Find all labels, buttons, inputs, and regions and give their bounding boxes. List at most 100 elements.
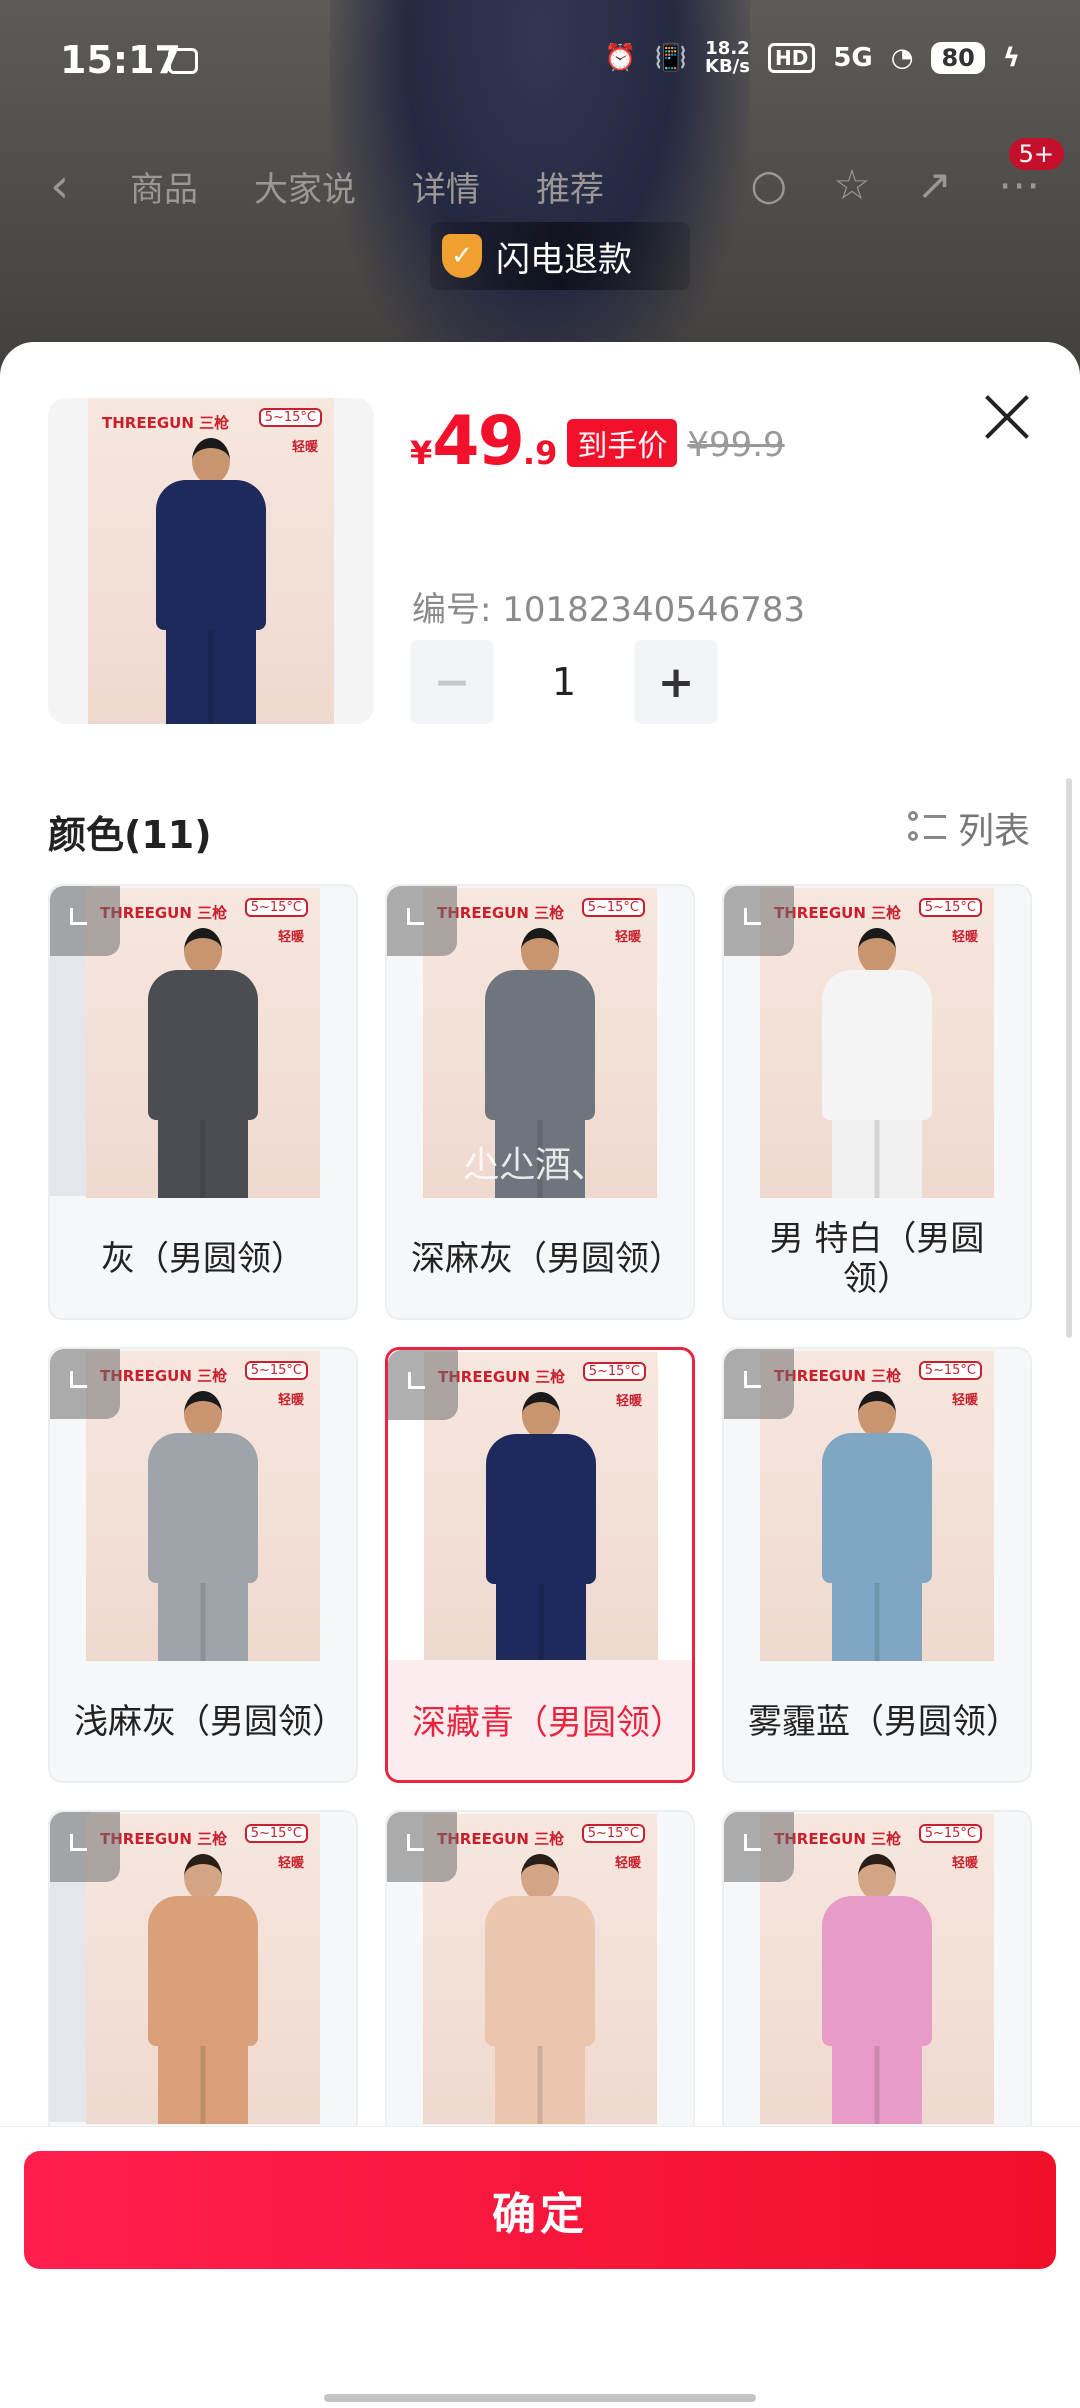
variant-image: THREEGUN 三枪 5~15°C 轻暖 尐尐酒、 — [423, 888, 657, 1198]
temperature-tag: 5~15°C — [582, 1362, 646, 1381]
refund-pill-label: 闪电退款 — [496, 239, 632, 280]
warmth-tag: 轻暖 — [615, 1394, 642, 1409]
variant-image: THREEGUN 三枪 5~15°C 轻暖 — [86, 888, 320, 1198]
expand-image-icon[interactable] — [387, 1812, 457, 1882]
expand-image-icon[interactable] — [50, 1349, 120, 1419]
background-nav-icons: ○ ☆ ↗ ⋯ — [750, 160, 1040, 209]
increase-button[interactable]: + — [634, 640, 718, 724]
price-row: ¥ 49 .9 到手价 ¥99.9 — [410, 402, 785, 481]
variant-image: THREEGUN 三枪 5~15°C 轻暖 — [423, 1814, 657, 2124]
tab-reviews: 大家说 — [254, 170, 356, 210]
model-figure — [148, 1854, 258, 2124]
variant-image: THREEGUN 三枪 5~15°C 轻暖 — [86, 1351, 320, 1661]
color-variant-card[interactable]: THREEGUN 三枪 5~15°C 轻暖 浅麻灰（男圆领） — [48, 1347, 358, 1783]
model-head — [858, 1391, 896, 1437]
search-icon: ○ — [750, 160, 788, 209]
model-pants — [832, 2046, 922, 2124]
model-shirt — [148, 1896, 258, 2046]
model-head — [184, 1854, 222, 1900]
color-variant-card[interactable]: THREEGUN 三枪 5~15°C 轻暖灰（男圆领） — [48, 884, 358, 1320]
expand-image-icon[interactable] — [50, 1812, 120, 1882]
expand-image-icon[interactable] — [724, 886, 794, 956]
price-currency: ¥ — [410, 434, 433, 472]
home-indicator[interactable] — [324, 2394, 756, 2402]
model-figure — [148, 1391, 258, 1661]
back-icon: ‹ — [50, 158, 70, 214]
list-view-toggle[interactable]: 列表 — [907, 802, 1030, 854]
model-head — [522, 1392, 560, 1438]
footer-bar: 确定 — [0, 2126, 1080, 2408]
temperature-tag: 5~15°C — [258, 408, 322, 427]
model-pants — [158, 2046, 248, 2124]
model-figure — [148, 928, 258, 1198]
model-head — [184, 928, 222, 974]
expand-image-icon[interactable] — [387, 886, 457, 956]
expand-image-icon[interactable] — [724, 1349, 794, 1419]
vibrate-icon: 📳 — [654, 43, 687, 73]
charging-icon: ϟ — [1002, 43, 1020, 73]
warmth-tag: 轻暖 — [614, 930, 641, 945]
scrollbar[interactable] — [1066, 778, 1072, 1338]
product-thumbnail[interactable]: THREEGUN 三枪 5~15°C 轻暖 — [48, 398, 374, 724]
temperature-tag: 5~15°C — [918, 1824, 982, 1843]
brand-logo: THREEGUN 三枪 — [102, 414, 230, 432]
battery-icon: 80 — [931, 42, 985, 74]
color-variant-card[interactable]: THREEGUN 三枪 5~15°C 轻暖 雾霾蓝（男圆领） — [722, 1347, 1032, 1783]
sku-selector-sheet: THREEGUN 三枪 5~15°C 轻暖 ¥ 49 .9 到手价 ¥99.9 … — [0, 342, 1080, 2408]
hd-icon: HD — [767, 43, 816, 73]
watermark-text: 尐尐酒、 — [463, 1145, 608, 1186]
quantity-stepper: − 1 + — [410, 640, 718, 724]
warmth-tag: 轻暖 — [951, 1856, 978, 1871]
warmth-tag: 轻暖 — [277, 1856, 304, 1871]
decrease-button[interactable]: − — [410, 640, 494, 724]
model-shirt — [148, 970, 258, 1120]
model-figure — [156, 438, 266, 724]
warmth-tag: 轻暖 — [951, 930, 978, 945]
variant-label: 灰（男圆领） — [101, 1239, 305, 1279]
expand-image-icon[interactable] — [724, 1812, 794, 1882]
model-head — [858, 1854, 896, 1900]
model-head — [184, 1391, 222, 1437]
quantity-value[interactable]: 1 — [494, 660, 634, 704]
model-shirt — [156, 480, 266, 630]
background-nav: ‹ 商品 大家说 详情 推荐 ○ ☆ ↗ ⋯ — [0, 150, 1080, 220]
price-integer: 49 — [432, 402, 525, 481]
variant-image: THREEGUN 三枪 5~15°C 轻暖 — [760, 1351, 994, 1661]
model-head — [521, 1854, 559, 1900]
temperature-tag: 5~15°C — [918, 898, 982, 917]
price-decimal: .9 — [522, 434, 558, 472]
color-variant-card[interactable]: THREEGUN 三枪 5~15°C 轻暖 尐尐酒、 深麻灰（男圆领） — [385, 884, 695, 1320]
product-thumbnail-image: THREEGUN 三枪 5~15°C 轻暖 — [88, 398, 334, 724]
variant-label: 男 特白（男圆领） — [769, 1219, 985, 1299]
temperature-tag: 5~15°C — [581, 898, 645, 917]
list-icon — [907, 809, 946, 847]
share-icon: ↗ — [916, 160, 952, 209]
wifi-icon: ◔ — [890, 43, 914, 73]
variant-label: 深藏青（男圆领） — [388, 1660, 692, 1780]
net-speed: 18.2 KB/s — [705, 38, 750, 77]
background-tabs: 商品 大家说 详情 推荐 — [130, 162, 604, 211]
list-toggle-label: 列表 — [957, 811, 1030, 852]
notification-icon — [168, 48, 198, 74]
expand-image-icon[interactable] — [388, 1350, 458, 1420]
model-figure — [822, 1391, 932, 1661]
warmth-tag: 轻暖 — [291, 440, 318, 455]
model-pants — [158, 1583, 248, 1661]
variant-image: THREEGUN 三枪 5~15°C 轻暖 — [760, 888, 994, 1198]
color-variant-card[interactable]: THREEGUN 三枪 5~15°C 轻暖 深藏青（男圆领） — [385, 1347, 695, 1783]
sku-code: 编号: 10182340546783 — [412, 590, 806, 630]
star-icon: ☆ — [833, 160, 871, 209]
model-head — [521, 928, 559, 974]
model-shirt — [822, 1896, 932, 2046]
color-variant-card[interactable]: THREEGUN 三枪 5~15°C 轻暖男 特白（男圆领） — [722, 884, 1032, 1320]
model-figure — [485, 1854, 595, 2124]
variant-label: 深麻灰（男圆领） — [411, 1239, 683, 1279]
warmth-tag: 轻暖 — [951, 1393, 978, 1408]
model-figure — [486, 1392, 596, 1662]
temperature-tag: 5~15°C — [244, 1824, 308, 1843]
close-icon[interactable] — [982, 392, 1032, 442]
temperature-tag: 5~15°C — [244, 898, 308, 917]
confirm-button[interactable]: 确定 — [24, 2151, 1056, 2269]
model-pants — [832, 1583, 922, 1661]
expand-image-icon[interactable] — [50, 886, 120, 956]
